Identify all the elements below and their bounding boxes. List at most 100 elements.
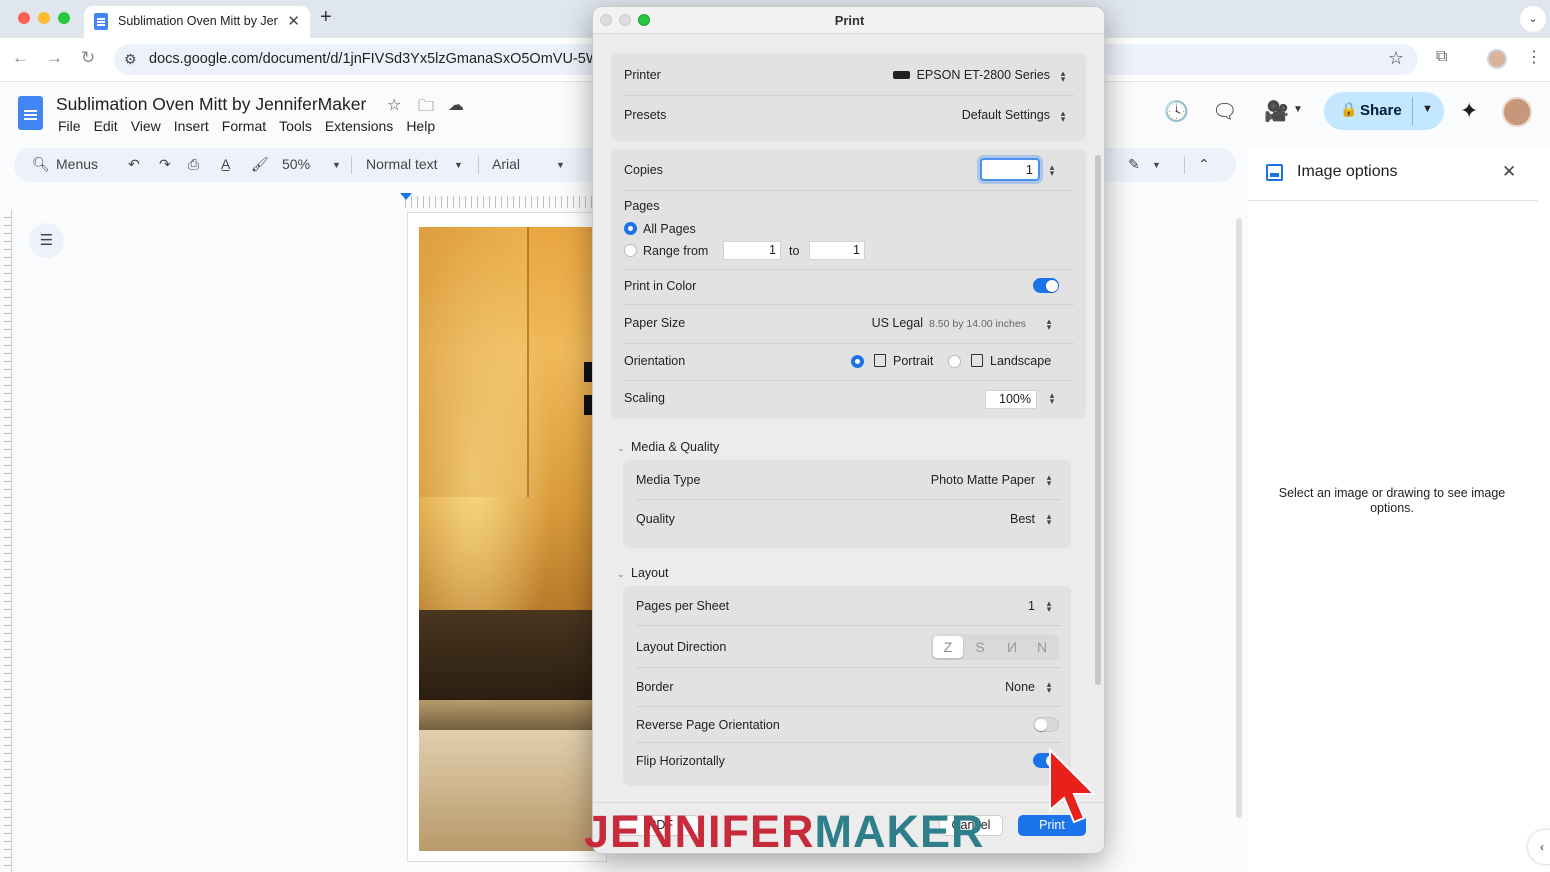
menu-extensions[interactable]: Extensions [325,118,393,134]
bookmark-star-icon[interactable]: ☆ [1388,48,1404,69]
menu-insert[interactable]: Insert [174,118,209,134]
new-tab-button[interactable]: + [320,6,332,29]
watermark-part-1: JENNIFER [584,806,815,857]
range-radio[interactable] [624,244,637,257]
scaling-stepper-icon[interactable]: ▴ ▾ [1047,391,1057,406]
spellcheck-icon[interactable]: A̲ [221,156,230,172]
media-quality-section[interactable]: Media & Quality [631,440,719,454]
printer-icon [893,71,910,79]
copies-stepper-icon[interactable]: ▴ ▾ [1047,163,1057,178]
zoom-dropdown-icon[interactable]: ▼ [332,160,341,170]
all-pages-radio[interactable] [624,222,637,235]
copies-input[interactable]: 1 [980,158,1040,181]
close-icon[interactable]: ✕ [1502,162,1516,182]
tab-title: Sublimation Oven Mitt by JenniferMaker [118,14,278,28]
menu-format[interactable]: Format [222,118,266,134]
document-title[interactable]: Sublimation Oven Mitt by JenniferMaker [56,94,366,115]
layout-direction-z-option[interactable]: Z [933,636,963,658]
redo-icon[interactable]: ↷ [159,156,171,173]
editing-mode-icon[interactable]: ✎ [1128,156,1140,173]
collapse-toolbar-icon[interactable]: ⌃ [1198,156,1210,173]
quality-stepper-icon[interactable]: ▴ ▾ [1044,512,1054,527]
extensions-icon[interactable]: ⧉ [1436,48,1447,66]
browser-menu-icon[interactable]: ⋮ [1526,47,1542,67]
zoom-window-button[interactable] [58,12,70,24]
printer-stepper-icon[interactable]: ▴ ▾ [1058,69,1068,84]
site-info-icon[interactable]: ⚙ [124,51,137,68]
share-dropdown-icon[interactable]: ▼ [1422,103,1433,115]
pages-per-sheet-select[interactable]: 1 [993,599,1035,613]
layout-direction-control: Z S N N [931,634,1059,660]
forward-icon[interactable]: → [46,48,63,68]
media-type-select[interactable]: Photo Matte Paper [893,473,1035,487]
document-scrollbar[interactable] [1236,218,1242,818]
layout-section[interactable]: Layout [631,566,669,580]
landscape-radio[interactable] [948,355,961,368]
share-button[interactable]: 🔒 Share ▼ [1324,92,1444,130]
cloud-status-icon[interactable]: ☁ [448,95,464,115]
range-to-input[interactable]: 1 [809,241,865,260]
back-icon[interactable]: ← [12,48,29,68]
browser-tab[interactable]: Sublimation Oven Mitt by JenniferMaker ✕ [84,6,310,38]
print-icon[interactable]: ⎙ [188,156,199,173]
gemini-icon[interactable]: ✦ [1460,98,1478,124]
range-from-input[interactable]: 1 [723,241,781,260]
browser-profile-avatar[interactable] [1487,49,1507,69]
meet-dropdown-icon[interactable]: ▼ [1293,104,1303,115]
menu-help[interactable]: Help [406,118,435,134]
menu-tools[interactable]: Tools [279,118,312,134]
printer-select[interactable]: EPSON ET-2800 Series [913,68,1050,82]
media-type-stepper-icon[interactable]: ▴ ▾ [1044,473,1054,488]
print-in-color-toggle[interactable] [1033,278,1059,293]
version-history-icon[interactable]: 🕓 [1164,99,1189,124]
tab-search-chevron-icon[interactable]: ⌄ [1520,6,1546,32]
presets-stepper-icon[interactable]: ▴ ▾ [1058,109,1068,124]
font-select[interactable]: Arial [492,156,520,172]
media-chevron-down-icon[interactable]: ⌄ [617,443,625,454]
close-window-button[interactable] [18,12,30,24]
paint-format-icon[interactable]: 🖌 [251,156,269,173]
layout-direction-s-option[interactable]: S [965,636,995,658]
reload-icon[interactable]: ↻ [81,48,95,68]
search-menus-icon[interactable]: 🔍︎ [32,156,50,173]
indent-marker[interactable] [400,193,412,200]
layout-direction-n-option[interactable]: N [1027,636,1057,658]
layout-chevron-down-icon[interactable]: ⌄ [617,569,625,580]
style-dropdown-icon[interactable]: ▼ [454,160,463,170]
quality-select[interactable]: Best [973,512,1035,526]
menu-file[interactable]: File [58,118,81,134]
menu-view[interactable]: View [131,118,161,134]
zoom-select[interactable]: 50% [282,156,310,172]
reverse-orientation-toggle[interactable] [1033,717,1059,732]
dialog-scrollbar[interactable] [1095,155,1101,685]
scaling-input[interactable]: 100% [985,390,1037,409]
tab-close-icon[interactable]: ✕ [287,12,300,30]
landscape-icon [971,354,983,367]
scaling-label: Scaling [624,391,665,405]
presets-select[interactable]: Default Settings [913,108,1050,122]
style-select[interactable]: Normal text [366,156,438,172]
star-icon[interactable]: ☆ [387,95,401,115]
paper-size-stepper-icon[interactable]: ▴ ▾ [1044,317,1054,332]
image-options-panel: Image options ✕ Select an image or drawi… [1248,148,1550,872]
undo-icon[interactable]: ↶ [128,156,140,173]
divider [636,625,1061,626]
menu-edit[interactable]: Edit [94,118,118,134]
user-avatar[interactable] [1502,97,1532,127]
pages-per-sheet-stepper-icon[interactable]: ▴ ▾ [1044,599,1054,614]
paper-size-select[interactable]: US Legal [843,316,923,330]
border-select[interactable]: None [973,680,1035,694]
border-stepper-icon[interactable]: ▴ ▾ [1044,680,1054,695]
docs-logo-icon[interactable] [18,96,43,130]
meet-icon[interactable]: 🎥 [1264,99,1289,124]
comments-icon[interactable]: 🗨 [1212,99,1237,124]
font-dropdown-icon[interactable]: ▼ [556,160,565,170]
document-outline-icon[interactable]: ☰ [29,223,64,258]
editing-mode-dropdown-icon[interactable]: ▼ [1152,160,1161,170]
layout-direction-n-reverse-option[interactable]: N [997,636,1027,658]
brand-watermark: JENNIFERMAKER [584,806,985,858]
divider [624,269,1074,270]
search-menus-label[interactable]: Menus [56,156,98,172]
minimize-window-button[interactable] [38,12,50,24]
portrait-radio[interactable] [851,355,864,368]
